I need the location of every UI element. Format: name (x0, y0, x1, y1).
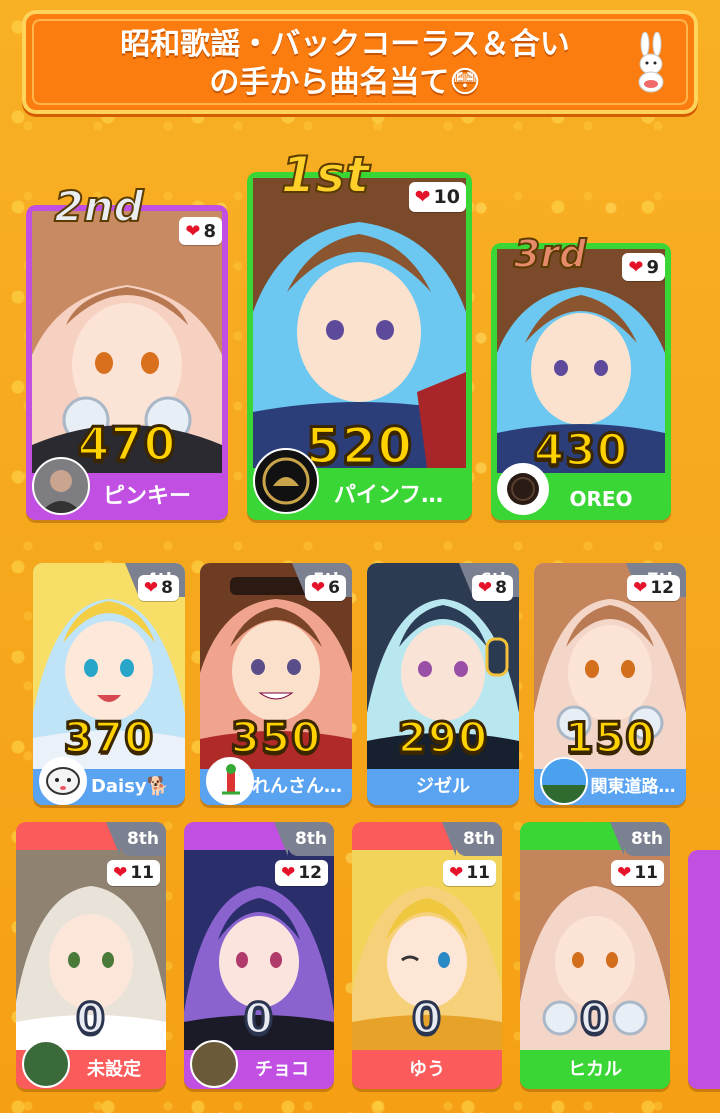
player-avatar (190, 1040, 238, 1088)
heart-icon: ❤ (185, 220, 201, 242)
player-avatar (253, 448, 319, 514)
hearts-count: 8 (161, 578, 173, 598)
hearts-badge: ❤ 8 (179, 217, 222, 245)
rank-tab: 8th (610, 822, 670, 856)
heart-icon: ❤ (414, 186, 431, 208)
player-card-4th[interactable]: 370 Daisy🐕 4th ❤8 (33, 563, 185, 805)
player-avatar (540, 757, 588, 805)
hearts-badge: ❤ 9 (622, 253, 665, 281)
player-card-3rd[interactable]: 430 OREO ❤ 9 (491, 243, 671, 520)
score-value: 0 (242, 993, 275, 1045)
hearts-count: 12 (650, 578, 674, 598)
player-card-7th[interactable]: 150 関東道路… 7th ❤12 (534, 563, 686, 805)
hearts-count: 12 (298, 863, 322, 883)
score-value: 0 (578, 993, 611, 1045)
heart-icon: ❤ (281, 863, 296, 883)
score-value: 0 (74, 993, 107, 1045)
hearts-badge: ❤ 8 (471, 575, 513, 601)
hearts-count: 8 (495, 578, 507, 598)
hearts-badge: ❤ 10 (408, 182, 466, 212)
heart-icon: ❤ (477, 578, 493, 598)
hearts-count: 11 (130, 863, 154, 883)
player-name: ゆう (352, 1051, 502, 1089)
heart-icon: ❤ (633, 578, 648, 598)
player-name: ヒカル (520, 1051, 670, 1089)
player-card-8th-d[interactable]: 0 ヒカル 8th ❤ 11 (520, 822, 670, 1089)
score-value: 370 (62, 712, 155, 764)
player-avatar (32, 457, 90, 515)
rank-medal-1st: 1st (280, 145, 370, 205)
heart-icon: ❤ (113, 863, 128, 883)
score-value: 290 (396, 712, 489, 764)
hearts-count: 9 (646, 256, 659, 278)
hearts-count: 6 (328, 578, 340, 598)
quiz-title: 昭和歌謡・バックコーラス＆合い の手から曲名当て😳 (82, 26, 608, 102)
hearts-count: 8 (203, 220, 216, 242)
quiz-title-line2: の手から曲名当て😳 (209, 65, 481, 100)
score-value: 150 (563, 712, 656, 764)
rank-tab: 8th (442, 822, 502, 856)
hearts-badge: ❤ 11 (443, 860, 496, 886)
heart-icon: ❤ (449, 863, 464, 883)
title-banner: 昭和歌謡・バックコーラス＆合い の手から曲名当て😳 (22, 10, 698, 114)
heart-icon: ❤ (628, 256, 644, 278)
score-value: 0 (410, 993, 443, 1045)
player-card-5th[interactable]: 350 れんさん… 5th ❤6 (200, 563, 352, 805)
hearts-count: 10 (433, 186, 460, 208)
hearts-count: 11 (634, 863, 658, 883)
heart-icon: ❤ (617, 863, 632, 883)
hearts-count: 11 (466, 863, 490, 883)
player-avatar (206, 757, 254, 805)
rank-medal-2nd: 2nd (53, 181, 144, 232)
hearts-badge: ❤ 12 (627, 575, 680, 601)
rank-tab: 8th (106, 822, 166, 856)
hearts-badge: ❤ 8 (137, 575, 179, 601)
heart-icon: ❤ (143, 578, 159, 598)
player-avatar (497, 463, 549, 515)
player-name: ジゼル (367, 769, 519, 805)
hearts-badge: ❤ 6 (304, 575, 346, 601)
player-card-8th-a[interactable]: 0 未設定 8th ❤ 11 (16, 822, 166, 1089)
rank-tab: 8th (274, 822, 334, 856)
quiz-title-line1: 昭和歌謡・バックコーラス＆合い (120, 27, 570, 62)
player-card-8th-c[interactable]: 0 ゆう 8th ❤ 11 (352, 822, 502, 1089)
player-avatar (22, 1040, 70, 1088)
heart-icon: ❤ (310, 578, 326, 598)
player-card-6th[interactable]: 290 ジゼル 6th ❤8 (367, 563, 519, 805)
rabbit-mascot-icon (638, 32, 664, 93)
score-value: 350 (229, 712, 322, 764)
hearts-badge: ❤ 11 (611, 860, 664, 886)
player-card-8th-b[interactable]: 0 チョコ 8th ❤ 12 (184, 822, 334, 1089)
player-card-2nd[interactable]: 470 ピンキー ❤ 8 (26, 205, 228, 520)
player-card-partial[interactable] (688, 850, 720, 1089)
hearts-badge: ❤ 12 (275, 860, 328, 886)
player-avatar (39, 757, 87, 805)
hearts-badge: ❤ 11 (107, 860, 160, 886)
player-card-1st[interactable]: 520 パインフ… ❤ 10 (247, 172, 472, 520)
rank-medal-3rd: 3rd (513, 231, 587, 277)
